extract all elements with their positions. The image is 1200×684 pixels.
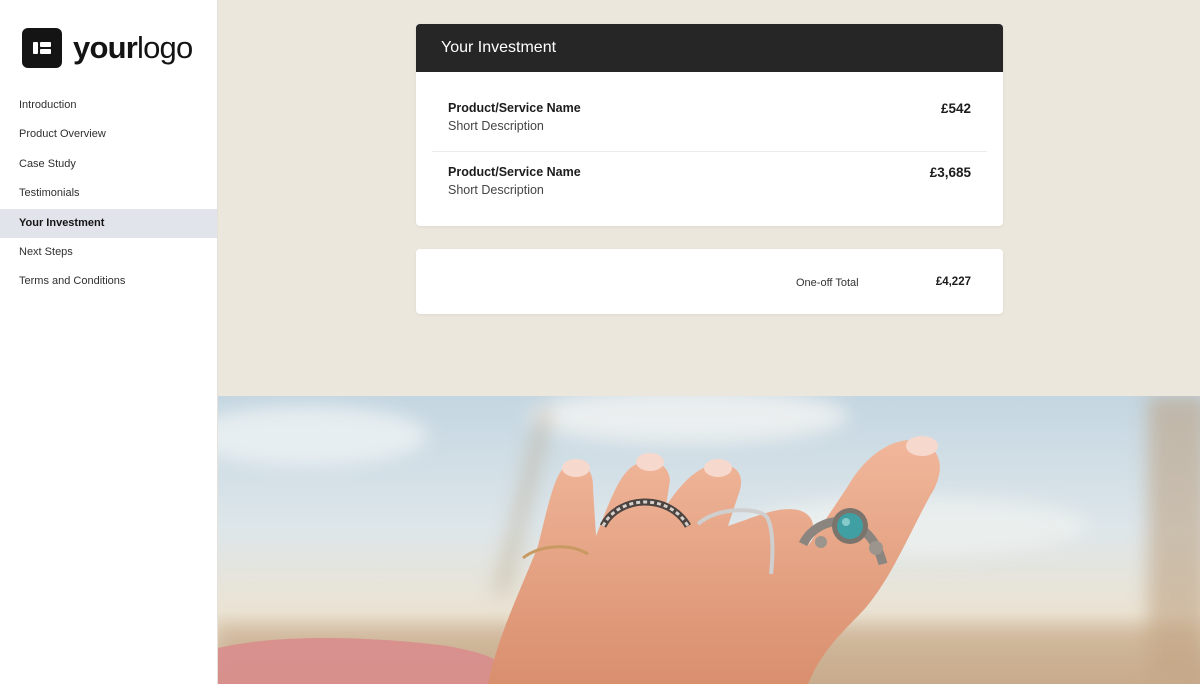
nav-item-next-steps[interactable]: Next Steps [0,238,217,267]
nav-item-testimonials[interactable]: Testimonials [0,179,217,208]
line-item-description: Short Description [448,119,544,133]
line-item-price: £542 [940,101,971,116]
logo-wordmark: yourlogo [73,30,193,65]
total-value: £4,227 [935,276,971,288]
company-logo[interactable]: yourlogo [22,28,193,68]
hand-with-rings-photo [218,396,1200,684]
line-item-description: Short Description [448,183,544,197]
investment-title: Your Investment [416,24,1003,72]
nav-item-terms-and-conditions[interactable]: Terms and Conditions [0,267,217,296]
line-item-name: Product/Service Name [448,165,581,179]
nav-item-product-overview[interactable]: Product Overview [0,120,217,149]
nav-item-your-investment[interactable]: Your Investment [0,208,217,238]
logo-icon [22,28,62,68]
nav-item-case-study[interactable]: Case Study [0,150,217,179]
sidebar: yourlogo Introduction Product Overview C… [0,0,218,684]
nav-item-introduction[interactable]: Introduction [0,91,217,120]
line-item-price: £3,685 [929,165,971,180]
line-item-divider [432,151,987,152]
hero-image [218,396,1200,684]
sidebar-nav: Introduction Product Overview Case Study… [0,91,217,297]
total-label: One-off Total [796,277,859,289]
investment-card: Your Investment Product/Service Name Sho… [416,24,1003,226]
total-card: One-off Total £4,227 [416,249,1003,314]
line-item-name: Product/Service Name [448,101,581,115]
